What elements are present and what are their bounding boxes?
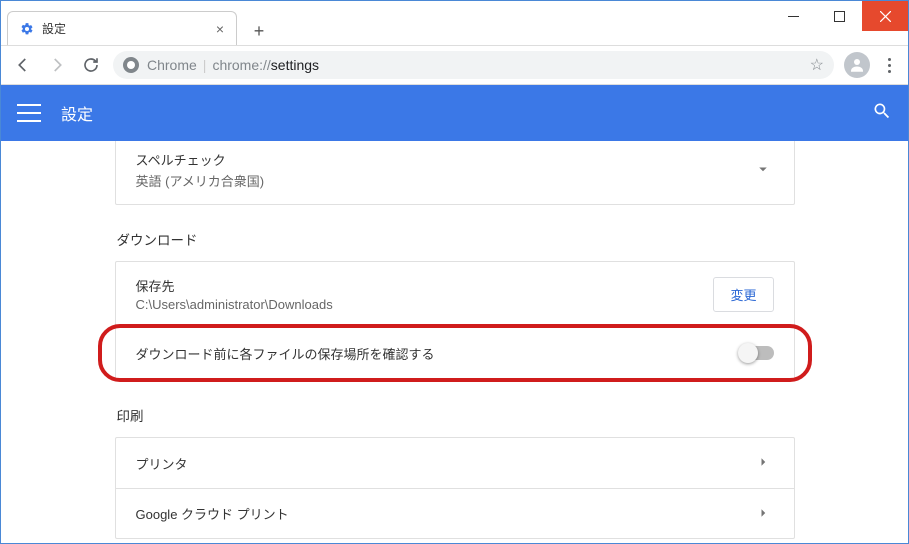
url-input[interactable]: Chrome | chrome://settings ☆ bbox=[113, 51, 834, 79]
bookmark-star-icon[interactable]: ☆ bbox=[810, 55, 824, 75]
ask-before-download-row[interactable]: ダウンロード前に各ファイルの保存場所を確認する bbox=[102, 328, 808, 378]
spellcheck-language: 英語 (アメリカ合衆国) bbox=[136, 171, 754, 190]
close-tab-icon[interactable]: × bbox=[216, 21, 224, 37]
window-controls bbox=[770, 1, 908, 31]
ask-before-download-toggle[interactable] bbox=[740, 346, 774, 360]
tab-strip: 設定 × + bbox=[1, 1, 273, 45]
chrome-icon bbox=[123, 57, 139, 73]
change-location-button[interactable]: 変更 bbox=[713, 277, 773, 312]
minimize-button[interactable] bbox=[770, 1, 816, 31]
browser-tab-settings[interactable]: 設定 × bbox=[7, 11, 237, 45]
downloads-section-label: ダウンロード bbox=[117, 229, 793, 249]
download-location-row: 保存先 C:\Users\administrator\Downloads 変更 bbox=[116, 262, 794, 326]
content-scroll[interactable]: スペルチェック 英語 (アメリカ合衆国) ダウンロード 保存先 C:\Users… bbox=[1, 141, 908, 543]
ask-before-download-label: ダウンロード前に各ファイルの保存場所を確認する bbox=[136, 344, 740, 363]
highlighted-setting: ダウンロード前に各ファイルの保存場所を確認する bbox=[98, 324, 812, 382]
printer-row[interactable]: プリンタ bbox=[116, 438, 794, 488]
printer-label: プリンタ bbox=[136, 454, 754, 473]
spellcheck-row[interactable]: スペルチェック 英語 (アメリカ合衆国) bbox=[116, 141, 794, 204]
close-window-button[interactable] bbox=[862, 1, 908, 31]
maximize-button[interactable] bbox=[816, 1, 862, 31]
chevron-right-icon bbox=[754, 504, 774, 524]
new-tab-button[interactable]: + bbox=[245, 17, 273, 45]
profile-avatar[interactable] bbox=[844, 52, 870, 78]
window-titlebar: 設定 × + bbox=[1, 1, 908, 45]
tab-title: 設定 bbox=[42, 20, 66, 37]
cloud-print-row[interactable]: Google クラウド プリント bbox=[116, 488, 794, 538]
chevron-down-icon bbox=[754, 160, 774, 180]
reload-button[interactable] bbox=[79, 53, 103, 77]
downloads-card: 保存先 C:\Users\administrator\Downloads 変更 … bbox=[115, 261, 795, 381]
url-origin: chrome:// bbox=[212, 57, 270, 73]
printing-section-label: 印刷 bbox=[117, 405, 793, 425]
menu-icon[interactable] bbox=[17, 104, 41, 122]
browser-menu-button[interactable] bbox=[880, 58, 898, 73]
gear-icon bbox=[20, 22, 34, 36]
download-location-path: C:\Users\administrator\Downloads bbox=[136, 297, 714, 312]
url-path: settings bbox=[271, 57, 319, 73]
url-scheme-label: Chrome bbox=[147, 57, 197, 73]
chevron-right-icon bbox=[754, 453, 774, 473]
download-location-label: 保存先 bbox=[136, 276, 714, 295]
back-button[interactable] bbox=[11, 53, 35, 77]
printing-card: プリンタ Google クラウド プリント bbox=[115, 437, 795, 539]
cloud-print-label: Google クラウド プリント bbox=[136, 504, 754, 523]
page-title: 設定 bbox=[61, 101, 93, 125]
search-button[interactable] bbox=[872, 101, 892, 126]
address-bar: Chrome | chrome://settings ☆ bbox=[1, 45, 908, 85]
settings-header: 設定 bbox=[1, 85, 908, 141]
settings-content: スペルチェック 英語 (アメリカ合衆国) ダウンロード 保存先 C:\Users… bbox=[115, 141, 795, 543]
spellcheck-card: スペルチェック 英語 (アメリカ合衆国) bbox=[115, 141, 795, 205]
forward-button[interactable] bbox=[45, 53, 69, 77]
spellcheck-title: スペルチェック bbox=[136, 150, 754, 169]
